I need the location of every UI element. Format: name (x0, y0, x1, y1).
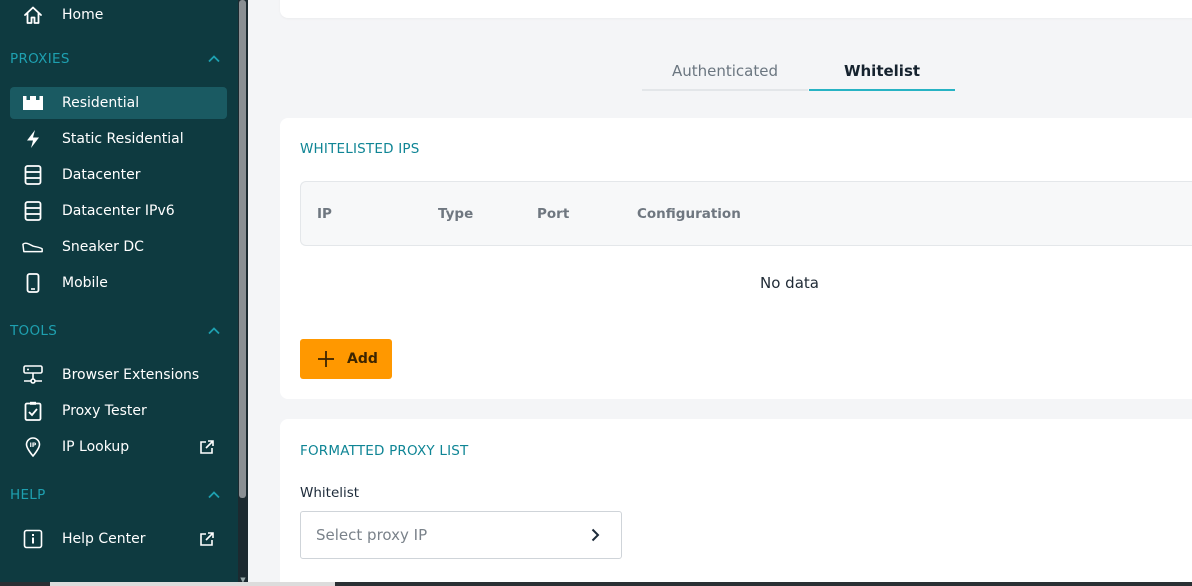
chevron-up-icon (208, 55, 220, 63)
top-card (280, 0, 1192, 18)
section-header-tools[interactable]: TOOLS (10, 321, 227, 341)
clipboard-check-icon (22, 400, 44, 422)
section-header-help[interactable]: HELP (10, 485, 227, 505)
sidebar-item-label: Sneaker DC (62, 239, 144, 255)
table-header: IP Type Port Configuration (300, 181, 1192, 246)
mobile-icon (22, 272, 44, 294)
sidebar-item-help-center[interactable]: Help Center (10, 523, 227, 555)
sidebar-item-label: Home (62, 7, 104, 23)
home-icon (22, 4, 44, 26)
sidebar-item-ip-lookup[interactable]: IP IP Lookup (10, 431, 227, 463)
sidebar-item-sneaker-dc[interactable]: Sneaker DC (10, 231, 227, 263)
column-header-type[interactable]: Type (438, 206, 473, 222)
whitelist-field-label: Whitelist (300, 485, 360, 501)
sidebar-item-mobile[interactable]: Mobile (10, 267, 227, 299)
server-icon (22, 200, 44, 222)
chevron-up-icon (208, 491, 220, 499)
external-link-icon[interactable] (199, 439, 215, 455)
sidebar-item-static-residential[interactable]: Static Residential (10, 123, 227, 155)
chevron-up-icon (208, 327, 220, 335)
column-header-port[interactable]: Port (537, 206, 569, 222)
section-header-proxies[interactable]: PROXIES (10, 49, 227, 69)
sidebar-item-label: IP Lookup (62, 439, 130, 455)
crown-icon (22, 92, 44, 114)
bolt-icon (22, 128, 44, 150)
window-bottom-edge (0, 582, 1192, 586)
card-title: FORMATTED PROXY LIST (300, 443, 469, 459)
select-placeholder: Select proxy IP (316, 526, 428, 544)
sidebar-item-proxy-tester[interactable]: Proxy Tester (10, 395, 227, 427)
sidebar: Home PROXIES Residential Static Resident… (0, 0, 248, 586)
card-title: WHITELISTED IPS (300, 141, 420, 157)
chevron-right-icon (591, 528, 600, 542)
horizontal-scrollbar-thumb[interactable] (50, 582, 335, 586)
proxy-ip-select[interactable]: Select proxy IP (300, 511, 622, 559)
sidebar-item-label: Datacenter (62, 167, 141, 183)
network-icon (22, 364, 44, 386)
add-button-label: Add (347, 351, 378, 367)
sidebar-item-label: Browser Extensions (62, 367, 200, 383)
whitelisted-ips-card: WHITELISTED IPS IP Type Port Configurati… (280, 118, 1192, 399)
formatted-proxy-list-card: FORMATTED PROXY LIST Whitelist Select pr… (280, 419, 1192, 586)
column-header-ip[interactable]: IP (317, 206, 332, 222)
sidebar-item-label: Residential (62, 95, 140, 111)
server-icon (22, 164, 44, 186)
plus-icon (318, 351, 334, 367)
sidebar-item-label: Mobile (62, 275, 108, 291)
tab-authenticated[interactable]: Authenticated (642, 52, 808, 91)
sidebar-item-residential[interactable]: Residential (10, 87, 227, 119)
tab-whitelist[interactable]: Whitelist (809, 52, 955, 91)
column-header-configuration[interactable]: Configuration (637, 206, 741, 222)
empty-state-text: No data (760, 274, 819, 292)
svg-text:IP: IP (30, 442, 37, 449)
main-content: Authenticated Whitelist WHITELISTED IPS … (248, 0, 1192, 586)
external-link-icon[interactable] (199, 531, 215, 547)
info-icon (22, 528, 44, 550)
sneaker-icon (22, 236, 44, 258)
add-button[interactable]: Add (300, 339, 392, 379)
sidebar-item-label: Static Residential (62, 131, 184, 147)
sidebar-item-label: Help Center (62, 531, 146, 547)
sidebar-item-label: Datacenter IPv6 (62, 203, 175, 219)
sidebar-item-datacenter-ipv6[interactable]: Datacenter IPv6 (10, 195, 227, 227)
sidebar-item-home[interactable]: Home (10, 0, 227, 31)
section-title: HELP (10, 487, 46, 503)
sidebar-scrollbar[interactable]: ▼ (238, 0, 248, 586)
location-pin-icon: IP (22, 436, 44, 458)
scrollbar-thumb[interactable] (239, 0, 246, 498)
sidebar-item-datacenter[interactable]: Datacenter (10, 159, 227, 191)
section-title: PROXIES (10, 51, 70, 67)
tab-bar: Authenticated Whitelist (642, 52, 956, 92)
sidebar-item-browser-extensions[interactable]: Browser Extensions (10, 359, 227, 391)
sidebar-item-label: Proxy Tester (62, 403, 147, 419)
section-title: TOOLS (10, 323, 58, 339)
